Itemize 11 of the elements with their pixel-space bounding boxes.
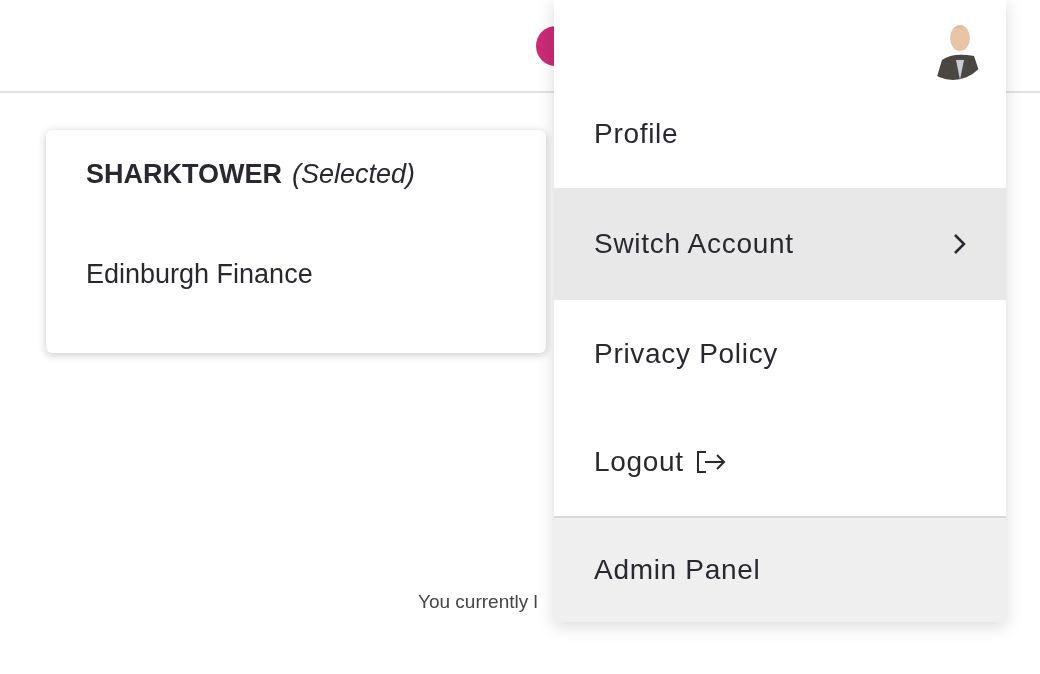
chevron-right-icon: [952, 232, 966, 256]
menu-item[interactable]: Logout: [554, 408, 1006, 516]
logout-icon: [695, 450, 726, 474]
account-option[interactable]: Edinburgh Finance: [46, 218, 546, 330]
account-option[interactable]: SHARKTOWER (Selected): [46, 154, 546, 218]
menu-item[interactable]: Admin Panel: [554, 516, 1006, 622]
menu-item[interactable]: Profile: [554, 80, 1006, 188]
status-text: You currently l: [418, 590, 538, 614]
selected-note: (Selected): [292, 158, 416, 191]
menu-item[interactable]: Privacy Policy: [554, 300, 1006, 408]
menu-item[interactable]: Switch Account: [554, 188, 1006, 300]
